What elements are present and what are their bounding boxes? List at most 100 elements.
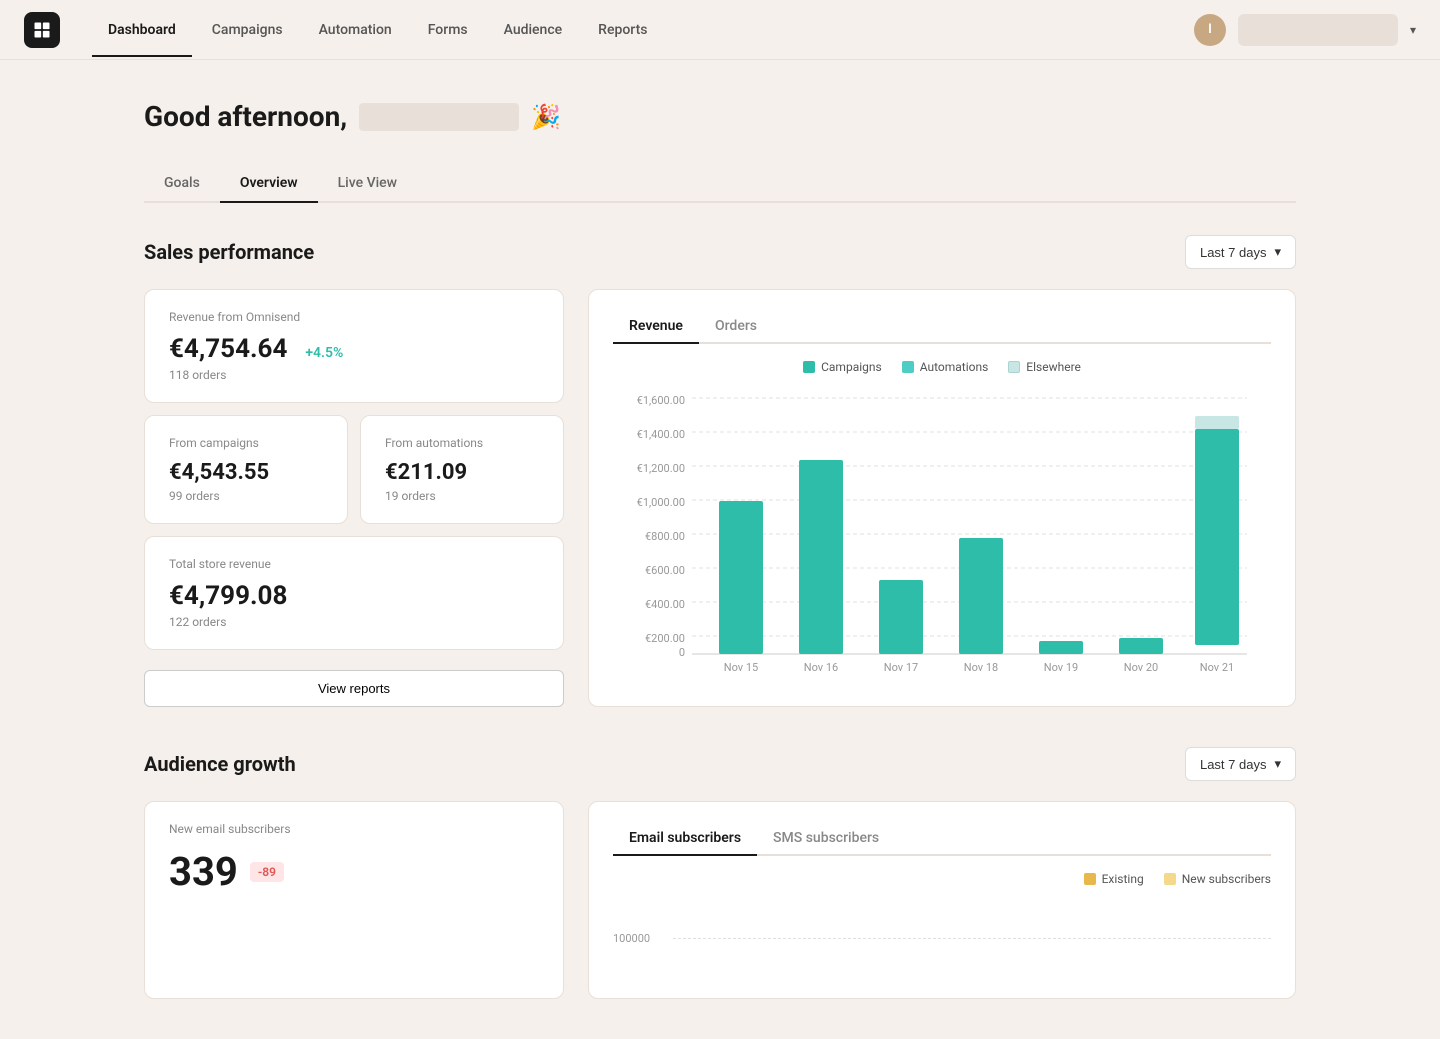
legend-automations: Automations [902, 360, 989, 374]
legend-existing: Existing [1084, 872, 1144, 886]
sales-cards: Revenue from Omnisend €4,754.64 +4.5% 11… [144, 289, 564, 707]
existing-legend-dot [1084, 873, 1096, 885]
aud-tab-email[interactable]: Email subscribers [613, 822, 757, 856]
campaigns-sub: 99 orders [169, 489, 323, 503]
subscriber-count: 339 [169, 848, 238, 895]
main-content: Good afternoon, 🎉 Goals Overview Live Vi… [120, 60, 1320, 1039]
nav-automation[interactable]: Automation [303, 14, 408, 46]
bar-nov16-campaigns [799, 460, 843, 654]
tab-overview[interactable]: Overview [220, 165, 318, 203]
dropdown-chevron-icon: ▾ [1274, 244, 1281, 260]
view-reports-button[interactable]: View reports [144, 670, 564, 707]
greeting-emoji: 🎉 [531, 103, 561, 131]
tab-live-view[interactable]: Live View [318, 165, 417, 203]
automations-sub: 19 orders [385, 489, 539, 503]
subscriber-count-row: 339 -89 [169, 848, 539, 895]
svg-text:€800.00: €800.00 [645, 530, 685, 543]
bar-chart: €1,600.00 €1,400.00 €1,200.00 €1,000.00 … [613, 386, 1271, 686]
revenue-svg: €1,600.00 €1,400.00 €1,200.00 €1,000.00 … [613, 386, 1271, 686]
new-subs-legend-label: New subscribers [1182, 872, 1271, 886]
revenue-chart-panel: Revenue Orders Campaigns Automations Els… [588, 289, 1296, 707]
chart-tab-orders[interactable]: Orders [699, 310, 773, 344]
subscriber-card: New email subscribers 339 -89 [144, 801, 564, 999]
new-subs-legend-dot [1164, 873, 1176, 885]
svg-text:€1,200.00: €1,200.00 [637, 462, 685, 475]
chart-tabs: Revenue Orders [613, 310, 1271, 344]
campaigns-legend-label: Campaigns [821, 360, 882, 374]
nav-campaigns[interactable]: Campaigns [196, 14, 299, 46]
svg-text:Nov 20: Nov 20 [1124, 661, 1158, 674]
svg-text:€600.00: €600.00 [645, 564, 685, 577]
bar-nov18-campaigns [959, 538, 1003, 654]
user-menu-button[interactable] [1238, 14, 1398, 46]
nav-audience[interactable]: Audience [488, 14, 579, 46]
audience-gridline [673, 938, 1271, 939]
audience-chart-tabs: Email subscribers SMS subscribers [613, 822, 1271, 856]
bar-nov20-campaigns [1119, 638, 1163, 654]
bar-nov15-campaigns [719, 501, 763, 654]
audience-section-header: Audience growth Last 7 days ▾ [144, 747, 1296, 781]
revenue-omnisend-label: Revenue from Omnisend [169, 310, 539, 324]
sales-date-dropdown[interactable]: Last 7 days ▾ [1185, 235, 1296, 269]
campaigns-value: €4,543.55 [169, 460, 323, 485]
legend-new-subscribers: New subscribers [1164, 872, 1271, 886]
logo[interactable] [24, 12, 60, 48]
svg-text:0: 0 [679, 646, 685, 659]
svg-text:Nov 21: Nov 21 [1200, 661, 1234, 674]
svg-text:€1,000.00: €1,000.00 [637, 496, 685, 509]
total-revenue-value: €4,799.08 [169, 581, 539, 611]
existing-legend-label: Existing [1102, 872, 1144, 886]
chevron-down-icon[interactable]: ▾ [1410, 23, 1416, 37]
svg-text:Nov 16: Nov 16 [804, 661, 838, 674]
greeting-name-redacted [359, 103, 519, 131]
from-campaigns-card: From campaigns €4,543.55 99 orders [144, 415, 348, 524]
tab-goals[interactable]: Goals [144, 165, 220, 203]
avatar[interactable]: I [1194, 14, 1226, 46]
sales-section-header: Sales performance Last 7 days ▾ [144, 235, 1296, 269]
sales-performance-section: Sales performance Last 7 days ▾ Revenue … [144, 235, 1296, 707]
subscriber-badge: -89 [250, 862, 284, 882]
svg-text:Nov 18: Nov 18 [964, 661, 998, 674]
automations-legend-label: Automations [920, 360, 989, 374]
bar-nov21-elsewhere [1195, 416, 1239, 429]
chart-tab-revenue[interactable]: Revenue [613, 310, 699, 344]
revenue-omnisend-value: €4,754.64 [169, 334, 287, 364]
elsewhere-legend-label: Elsewhere [1026, 360, 1081, 374]
automations-legend-dot [902, 361, 914, 373]
nav-dashboard[interactable]: Dashboard [92, 14, 192, 46]
audience-chart-panel: Email subscribers SMS subscribers Existi… [588, 801, 1296, 999]
total-store-revenue-card: Total store revenue €4,799.08 122 orders [144, 536, 564, 650]
from-automations-card: From automations €211.09 19 orders [360, 415, 564, 524]
navbar-right: I ▾ [1194, 14, 1416, 46]
revenue-omnisend-badge: +4.5% [305, 345, 343, 361]
nav-forms[interactable]: Forms [412, 14, 484, 46]
audience-date-dropdown[interactable]: Last 7 days ▾ [1185, 747, 1296, 781]
total-revenue-label: Total store revenue [169, 557, 539, 571]
sales-date-label: Last 7 days [1200, 245, 1267, 260]
revenue-omnisend-sub: 118 orders [169, 368, 539, 382]
greeting: Good afternoon, 🎉 [144, 100, 1296, 133]
bar-nov17-campaigns [879, 580, 923, 654]
svg-text:Nov 15: Nov 15 [724, 661, 758, 674]
audience-legend: Existing New subscribers [613, 872, 1271, 886]
navbar: Dashboard Campaigns Automation Forms Aud… [0, 0, 1440, 60]
campaigns-legend-dot [803, 361, 815, 373]
sales-grid: Revenue from Omnisend €4,754.64 +4.5% 11… [144, 289, 1296, 707]
legend-campaigns: Campaigns [803, 360, 882, 374]
aud-tab-sms[interactable]: SMS subscribers [757, 822, 895, 856]
nav-reports[interactable]: Reports [582, 14, 663, 46]
greeting-text: Good afternoon, [144, 100, 347, 133]
automations-value: €211.09 [385, 460, 539, 485]
audience-title: Audience growth [144, 752, 296, 776]
bar-nov21-campaigns [1195, 429, 1239, 645]
audience-date-label: Last 7 days [1200, 757, 1267, 772]
bar-nov19-campaigns [1039, 641, 1083, 654]
legend-elsewhere: Elsewhere [1008, 360, 1081, 374]
audience-grid: New email subscribers 339 -89 Email subs… [144, 801, 1296, 999]
svg-text:€200.00: €200.00 [645, 632, 685, 645]
page-tabs: Goals Overview Live View [144, 165, 1296, 203]
subscriber-label: New email subscribers [169, 822, 539, 836]
elsewhere-legend-dot [1008, 361, 1020, 373]
sales-title: Sales performance [144, 240, 314, 264]
aud-y-top-label: 100000 [613, 932, 673, 945]
